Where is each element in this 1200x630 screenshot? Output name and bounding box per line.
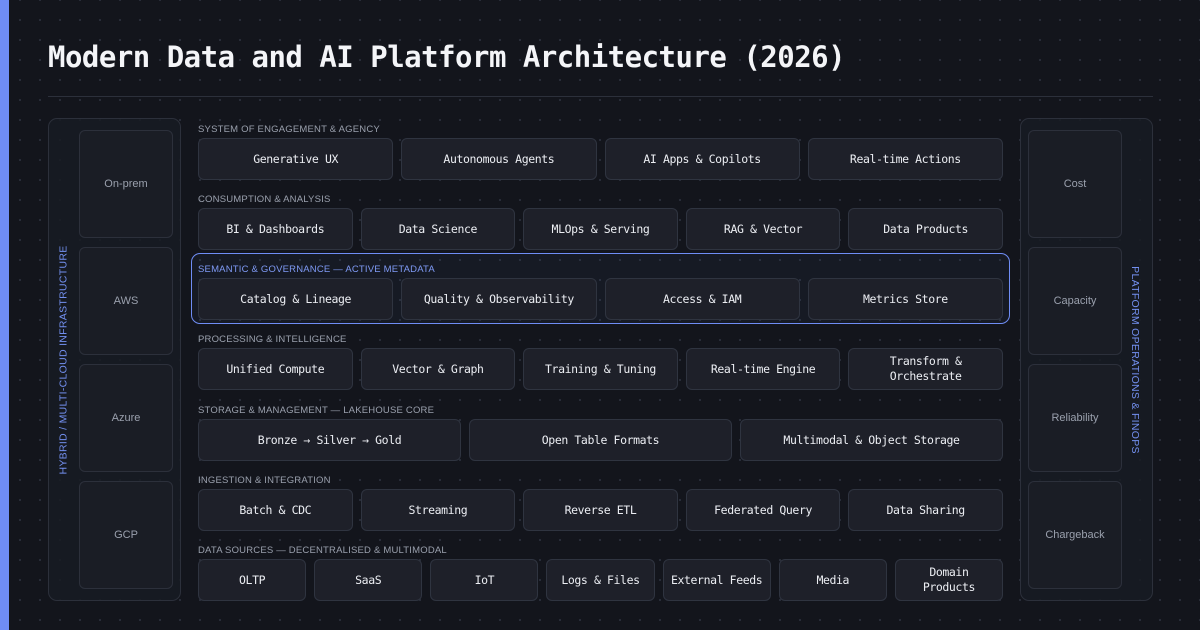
component-box: Data Products <box>848 208 1003 250</box>
ops-cell-chargeback: Chargeback <box>1028 481 1122 589</box>
component-box: Batch & CDC <box>198 489 353 531</box>
ops-cell-reliability: Reliability <box>1028 364 1122 472</box>
component-box: Logs & Files <box>546 559 655 601</box>
component-box: Open Table Formats <box>469 419 732 461</box>
component-box: Data Sharing <box>848 489 1003 531</box>
component-box: Streaming <box>360 489 516 531</box>
component-box: External Feeds <box>662 559 771 601</box>
component-box: Federated Query <box>685 489 841 531</box>
layer-title: SYSTEM OF ENGAGEMENT & AGENCY <box>198 124 380 135</box>
infra-cell-aws: AWS <box>79 247 173 355</box>
infra-cell-azure: Azure <box>79 364 173 472</box>
operations-panel: PLATFORM OPERATIONS & FINOPS Cost Capaci… <box>1020 118 1153 601</box>
component-box: Metrics Store <box>807 278 1003 320</box>
component-box: AI Apps & Copilots <box>604 138 800 180</box>
layer-title: INGESTION & INTEGRATION <box>198 475 331 486</box>
infrastructure-panel: HYBRID / MULTI-CLOUD INFRASTRUCTURE On-p… <box>48 118 181 601</box>
layer-title: SEMANTIC & GOVERNANCE — ACTIVE METADATA <box>198 264 435 275</box>
page-title: Modern Data and AI Platform Architecture… <box>48 40 846 74</box>
component-box: Quality & Observability <box>401 278 597 320</box>
infra-cell-on-prem: On-prem <box>79 130 173 238</box>
component-box: Unified Compute <box>198 348 353 390</box>
component-box: Access & IAM <box>604 278 800 320</box>
accent-bar <box>0 0 9 630</box>
component-box: Vector & Graph <box>360 348 516 390</box>
component-box: Real-time Engine <box>685 348 841 390</box>
component-box: Reverse ETL <box>523 489 678 531</box>
component-box: Bronze → Silver → Gold <box>198 419 461 461</box>
component-box: Autonomous Agents <box>401 138 597 180</box>
layer-title: PROCESSING & INTELLIGENCE <box>198 334 347 345</box>
title-divider <box>48 96 1153 97</box>
infra-cell-gcp: GCP <box>79 481 173 589</box>
layer-title: CONSUMPTION & ANALYSIS <box>198 194 331 205</box>
component-box: Domain Products <box>894 559 1003 601</box>
ops-cell-capacity: Capacity <box>1028 247 1122 355</box>
operations-panel-label: PLATFORM OPERATIONS & FINOPS <box>1129 265 1142 454</box>
component-box: Data Science <box>360 208 516 250</box>
component-box: Generative UX <box>198 138 394 180</box>
component-box: Training & Tuning <box>523 348 678 390</box>
component-box: Media <box>778 559 887 601</box>
component-box: Real-time Actions <box>807 138 1003 180</box>
component-box: RAG & Vector <box>685 208 841 250</box>
component-box: BI & Dashboards <box>198 208 353 250</box>
component-box: Multimodal & Object Storage <box>740 419 1003 461</box>
component-box: Transform & Orchestrate <box>848 348 1003 390</box>
component-box: MLOps & Serving <box>523 208 678 250</box>
layer-title: STORAGE & MANAGEMENT — LAKEHOUSE CORE <box>198 405 435 416</box>
layer-title: DATA SOURCES — DECENTRALISED & MULTIMODA… <box>198 545 447 556</box>
ops-cell-cost: Cost <box>1028 130 1122 238</box>
component-box: IoT <box>430 559 539 601</box>
component-box: SaaS <box>314 559 423 601</box>
component-box: Catalog & Lineage <box>198 278 394 320</box>
component-box: OLTP <box>198 559 307 601</box>
infrastructure-panel-label: HYBRID / MULTI-CLOUD INFRASTRUCTURE <box>58 244 70 475</box>
